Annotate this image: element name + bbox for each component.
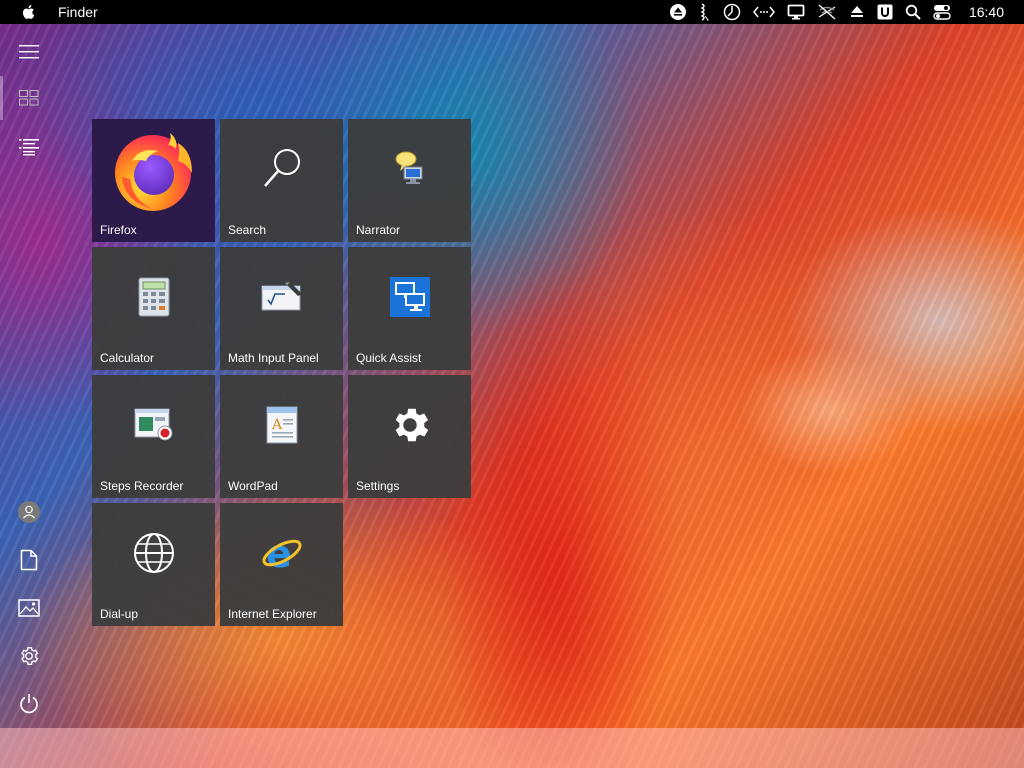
menu-bar: Finder 16:40 [0,0,1024,24]
toggle-icon[interactable] [933,0,951,24]
settings-icon [21,647,39,665]
quick-assist-icon [389,277,430,317]
document-icon [20,549,38,571]
tile-wordpad[interactable]: A WordPad [220,375,343,498]
narrator-icon [395,151,422,184]
tile-settings[interactable]: Settings [348,375,471,498]
tile-label: Math Input Panel [228,351,319,365]
tile-label: Dial-up [100,607,139,621]
tile-label: Search [228,223,267,237]
list-view-button[interactable] [0,127,58,167]
tile-label: Steps Recorder [100,479,184,493]
status-tray: 16:40 [663,0,1024,24]
display-icon[interactable] [787,0,805,24]
tile-label: Quick Assist [356,351,422,365]
active-app-name[interactable]: Finder [58,4,98,20]
tile-label: Internet Explorer [228,607,317,621]
tile-search[interactable]: Search [220,119,343,242]
taskbar[interactable] [0,728,1024,768]
menubar-clock[interactable]: 16:40 [969,4,1004,20]
tile-firefox[interactable]: Firefox [92,119,215,242]
tile-label: Calculator [100,351,155,365]
documents-button[interactable] [0,540,58,580]
list-view-icon [19,139,39,156]
clock-circle-icon[interactable] [723,0,741,24]
tiles-view-icon [19,90,39,106]
tile-label: Firefox [100,223,137,237]
settings-rail-button[interactable] [0,636,58,676]
power-button[interactable] [0,684,58,724]
audio-icon[interactable] [699,0,711,24]
user-icon [18,501,40,523]
tile-math-input-panel[interactable]: Math Input Panel [220,247,343,370]
code-arrows-icon[interactable] [752,0,775,24]
start-menu: Firefox Search Narrator Calculator Math … [0,24,1024,728]
tile-label: Narrator [356,223,401,237]
math-input-icon [261,282,302,311]
apple-logo-icon[interactable] [20,3,38,21]
tile-label: WordPad [228,479,278,493]
magnifier-icon [263,149,300,187]
search-icon[interactable] [905,0,921,24]
start-menu-rail [0,24,58,728]
svg-text:A: A [271,417,283,433]
tile-steps-recorder[interactable]: Steps Recorder [92,375,215,498]
tile-label: Settings [356,479,400,493]
tile-dial-up[interactable]: Dial-up [92,503,215,626]
pictures-icon [18,599,40,617]
tile-internet-explorer[interactable]: e Internet Explorer [220,503,343,626]
user-account-button[interactable] [0,492,58,532]
globe-icon [133,533,174,573]
tile-narrator[interactable]: Narrator [348,119,471,242]
power-icon [20,694,38,714]
tile-calculator[interactable]: Calculator [92,247,215,370]
upload-icon[interactable] [849,0,865,24]
pictures-button[interactable] [0,588,58,628]
calculator-icon [138,277,169,317]
tiles-view-button[interactable] [0,78,58,118]
tile-quick-assist[interactable]: Quick Assist [348,247,471,370]
firefox-icon [114,133,192,211]
network-off-icon[interactable] [817,0,837,24]
hamburger-icon [19,45,39,59]
hamburger-button[interactable] [0,32,58,72]
wordpad-icon: A [266,406,297,444]
u-badge-icon[interactable] [877,0,893,24]
gear-icon [395,408,428,442]
steps-recorder-icon [134,408,172,441]
internet-explorer-icon: e [261,532,302,575]
eject-icon[interactable] [669,0,687,24]
